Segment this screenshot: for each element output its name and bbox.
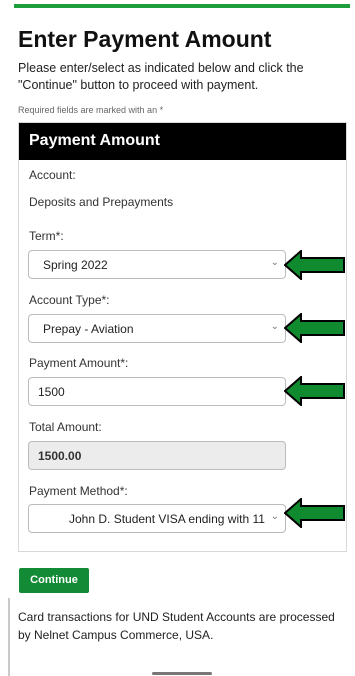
account-type-label: Account Type*: (29, 293, 110, 307)
left-arrow-pointer-icon (284, 313, 345, 343)
term-label: Term*: (29, 229, 64, 243)
chevron-down-icon: ⌄ (270, 321, 279, 332)
left-edge-divider (8, 598, 10, 676)
panel-header: Payment Amount (19, 123, 346, 160)
scroll-indicator[interactable] (152, 672, 212, 675)
account-type-select[interactable]: Prepay - Aviation ⌄ (28, 314, 286, 343)
continue-button[interactable]: Continue (19, 568, 89, 593)
total-amount-label: Total Amount: (29, 420, 102, 434)
processor-note: Card transactions for UND Student Accoun… (18, 610, 335, 642)
term-select-value: Spring 2022 (43, 258, 108, 272)
intro-text: Please enter/select as indicated below a… (18, 61, 304, 92)
payment-amount-input[interactable]: 1500 (28, 377, 286, 406)
top-accent-bar (0, 0, 350, 8)
chevron-down-icon: ⌄ (270, 511, 279, 522)
total-amount-field: 1500.00 (28, 441, 286, 470)
page-title: Enter Payment Amount (18, 26, 272, 52)
required-fields-note: Required fields are marked with an * (18, 105, 164, 115)
term-select[interactable]: Spring 2022 ⌄ (28, 250, 286, 279)
payment-method-select[interactable]: John D. Student VISA ending with 11 ⌄ (28, 504, 286, 533)
account-value: Deposits and Prepayments (29, 195, 174, 209)
payment-method-select-value: John D. Student VISA ending with 11 (69, 512, 265, 526)
account-type-select-value: Prepay - Aviation (43, 322, 134, 336)
left-arrow-pointer-icon (284, 250, 345, 280)
account-label: Account: (29, 168, 76, 182)
payment-method-label: Payment Method*: (29, 484, 128, 498)
left-arrow-pointer-icon (284, 498, 345, 528)
payment-amount-label: Payment Amount*: (29, 356, 129, 370)
left-arrow-pointer-icon (284, 376, 345, 406)
green-accent-line (14, 4, 350, 8)
chevron-down-icon: ⌄ (270, 257, 279, 268)
